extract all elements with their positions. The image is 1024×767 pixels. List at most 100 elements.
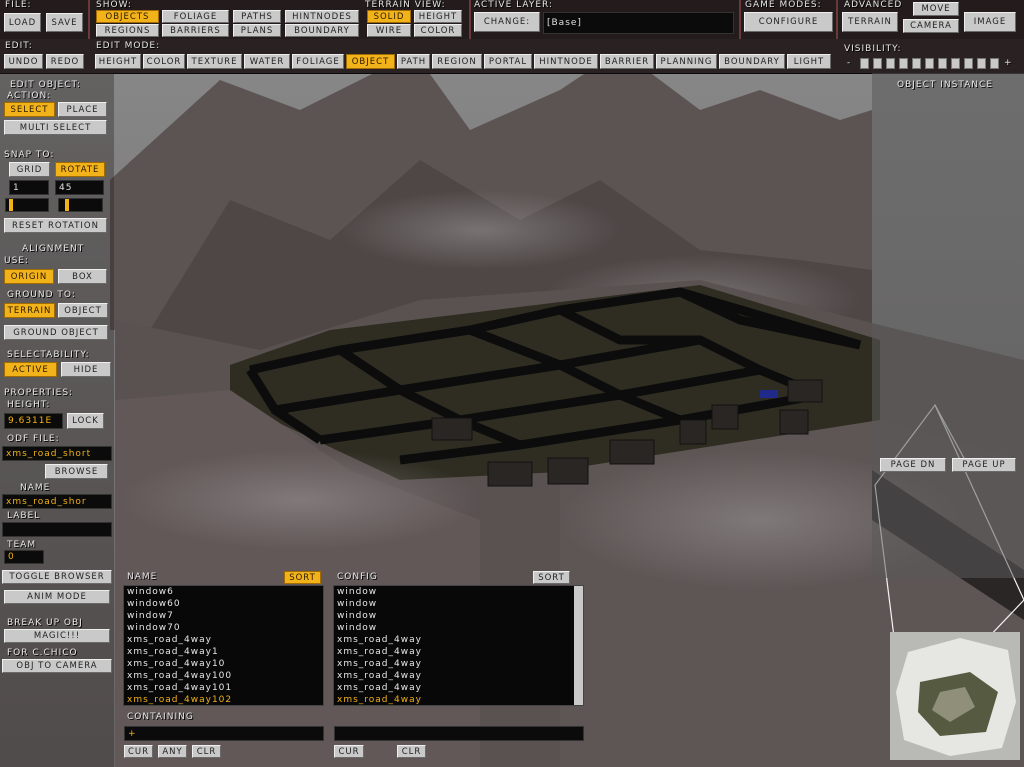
advanced-move-button[interactable]: Move bbox=[913, 2, 959, 16]
odf-file-field[interactable]: xms_road_short bbox=[2, 446, 112, 461]
visibility-step[interactable] bbox=[899, 58, 908, 69]
list-item[interactable]: xms_road_4way bbox=[334, 634, 583, 646]
mode-object-button[interactable]: Object bbox=[346, 54, 395, 69]
list-item[interactable]: xms_road_4way bbox=[334, 670, 583, 682]
list-item[interactable]: window bbox=[334, 622, 583, 634]
toggle-browser-button[interactable]: Toggle Browser bbox=[2, 570, 112, 584]
height-field[interactable]: 9.6311E bbox=[4, 413, 63, 429]
select-button[interactable]: Select bbox=[4, 102, 55, 117]
visibility-step[interactable] bbox=[938, 58, 947, 69]
show-regions-toggle[interactable]: Regions bbox=[96, 24, 159, 37]
load-button[interactable]: Load bbox=[4, 13, 41, 32]
mode-portal-button[interactable]: Portal bbox=[484, 54, 532, 69]
show-boundary-toggle[interactable]: Boundary bbox=[285, 24, 359, 37]
anim-mode-button[interactable]: Anim Mode bbox=[4, 590, 110, 604]
list-item[interactable]: xms_road_4way1 bbox=[124, 646, 323, 658]
list-item[interactable]: window60 bbox=[124, 598, 323, 610]
mode-planning-button[interactable]: Planning bbox=[656, 54, 717, 69]
lock-button[interactable]: Lock bbox=[67, 413, 104, 429]
selectability-active-button[interactable]: Active bbox=[4, 362, 57, 377]
config-list[interactable]: window window window window xms_road_4wa… bbox=[333, 585, 584, 706]
change-layer-button[interactable]: Change: bbox=[474, 12, 540, 32]
mode-path-button[interactable]: Path bbox=[397, 54, 430, 69]
list-item[interactable]: xms_road_4way bbox=[334, 646, 583, 658]
mode-barrier-button[interactable]: Barrier bbox=[600, 54, 654, 69]
terrain-solid-button[interactable]: Solid bbox=[367, 10, 411, 23]
list-item[interactable]: xms_road_4way10 bbox=[124, 658, 323, 670]
browse-button[interactable]: Browse bbox=[45, 464, 108, 479]
align-origin-button[interactable]: Origin bbox=[4, 269, 54, 284]
advanced-image-button[interactable]: Image bbox=[964, 12, 1016, 32]
show-plans-toggle[interactable]: Plans bbox=[233, 24, 281, 37]
name-clr-button[interactable]: Clr bbox=[192, 745, 221, 758]
mode-light-button[interactable]: Light bbox=[787, 54, 831, 69]
team-field[interactable]: 0 bbox=[4, 550, 44, 564]
visibility-step[interactable] bbox=[925, 58, 934, 69]
name-field[interactable]: xms_road_shor bbox=[2, 494, 112, 509]
list-item-selected[interactable]: xms_road_4way102 bbox=[124, 694, 323, 705]
snap-rotate-button[interactable]: Rotate bbox=[55, 162, 105, 177]
show-foliage-toggle[interactable]: Foliage bbox=[162, 10, 229, 23]
show-objects-toggle[interactable]: Objects bbox=[96, 10, 159, 23]
mode-water-button[interactable]: Water bbox=[244, 54, 290, 69]
advanced-camera-button[interactable]: Camera bbox=[903, 19, 959, 33]
visibility-step[interactable] bbox=[873, 58, 882, 69]
selectability-hide-button[interactable]: Hide bbox=[61, 362, 111, 377]
grid-value-field[interactable]: 1 bbox=[9, 180, 49, 195]
mode-texture-button[interactable]: Texture bbox=[187, 54, 242, 69]
mode-boundary-button[interactable]: Boundary bbox=[719, 54, 785, 69]
undo-button[interactable]: Undo bbox=[4, 54, 43, 69]
list-item[interactable]: xms_road_4way bbox=[334, 658, 583, 670]
page-up-button[interactable]: Page Up bbox=[952, 458, 1016, 472]
config-sort-button[interactable]: Sort bbox=[533, 571, 570, 584]
list-item[interactable]: window bbox=[334, 610, 583, 622]
ground-terrain-button[interactable]: Terrain bbox=[4, 303, 55, 318]
visibility-step[interactable] bbox=[912, 58, 921, 69]
list-item[interactable]: window bbox=[334, 586, 583, 598]
config-cur-button[interactable]: Cur bbox=[334, 745, 364, 758]
show-paths-toggle[interactable]: Paths bbox=[233, 10, 281, 23]
mode-color-button[interactable]: Color bbox=[143, 54, 185, 69]
visibility-step[interactable] bbox=[886, 58, 895, 69]
grid-slider[interactable] bbox=[5, 198, 49, 212]
obj-to-camera-button[interactable]: Obj To Camera bbox=[2, 659, 112, 673]
list-item[interactable]: xms_road_4way bbox=[124, 634, 323, 646]
list-item[interactable]: window6 bbox=[124, 586, 323, 598]
list-item[interactable]: xms_road_4way bbox=[334, 682, 583, 694]
visibility-step[interactable] bbox=[860, 58, 869, 69]
name-sort-button[interactable]: Sort bbox=[284, 571, 321, 584]
ground-object-button[interactable]: Object bbox=[58, 303, 108, 318]
ground-object-action-button[interactable]: Ground Object bbox=[4, 325, 108, 340]
active-layer-field[interactable]: [Base] bbox=[543, 12, 734, 34]
config-clr-button[interactable]: Clr bbox=[397, 745, 426, 758]
reset-rotation-button[interactable]: Reset Rotation bbox=[4, 218, 107, 233]
visibility-plus[interactable]: + bbox=[1004, 58, 1013, 69]
terrain-height-button[interactable]: Height bbox=[414, 10, 462, 23]
visibility-step[interactable] bbox=[990, 58, 999, 69]
redo-button[interactable]: Redo bbox=[46, 54, 84, 69]
save-button[interactable]: Save bbox=[46, 13, 83, 32]
list-item[interactable]: xms_road_4way101 bbox=[124, 682, 323, 694]
name-filter-input[interactable]: + bbox=[124, 726, 324, 741]
rotate-value-field[interactable]: 45 bbox=[55, 180, 104, 195]
visibility-step[interactable] bbox=[964, 58, 973, 69]
place-button[interactable]: Place bbox=[58, 102, 107, 117]
list-item[interactable]: window7 bbox=[124, 610, 323, 622]
list-item[interactable]: window bbox=[334, 598, 583, 610]
advanced-terrain-button[interactable]: Terrain bbox=[842, 12, 898, 32]
page-down-button[interactable]: Page Dn bbox=[880, 458, 946, 472]
name-list[interactable]: window6 window60 window7 window70 xms_ro… bbox=[123, 585, 324, 706]
terrain-color-button[interactable]: Color bbox=[414, 24, 462, 37]
snap-grid-button[interactable]: Grid bbox=[9, 162, 50, 177]
list-item[interactable]: xms_road_4way100 bbox=[124, 670, 323, 682]
magic-button[interactable]: Magic!!! bbox=[4, 629, 110, 643]
visibility-step[interactable] bbox=[977, 58, 986, 69]
minimap[interactable] bbox=[890, 632, 1020, 760]
list-item-selected[interactable]: xms_road_4way bbox=[334, 694, 583, 705]
visibility-step[interactable] bbox=[951, 58, 960, 69]
multi-select-button[interactable]: Multi Select bbox=[4, 120, 107, 135]
name-cur-button[interactable]: Cur bbox=[124, 745, 153, 758]
show-barriers-toggle[interactable]: Barriers bbox=[162, 24, 229, 37]
mode-foliage-button[interactable]: Foliage bbox=[292, 54, 344, 69]
configure-button[interactable]: Configure bbox=[744, 12, 833, 32]
